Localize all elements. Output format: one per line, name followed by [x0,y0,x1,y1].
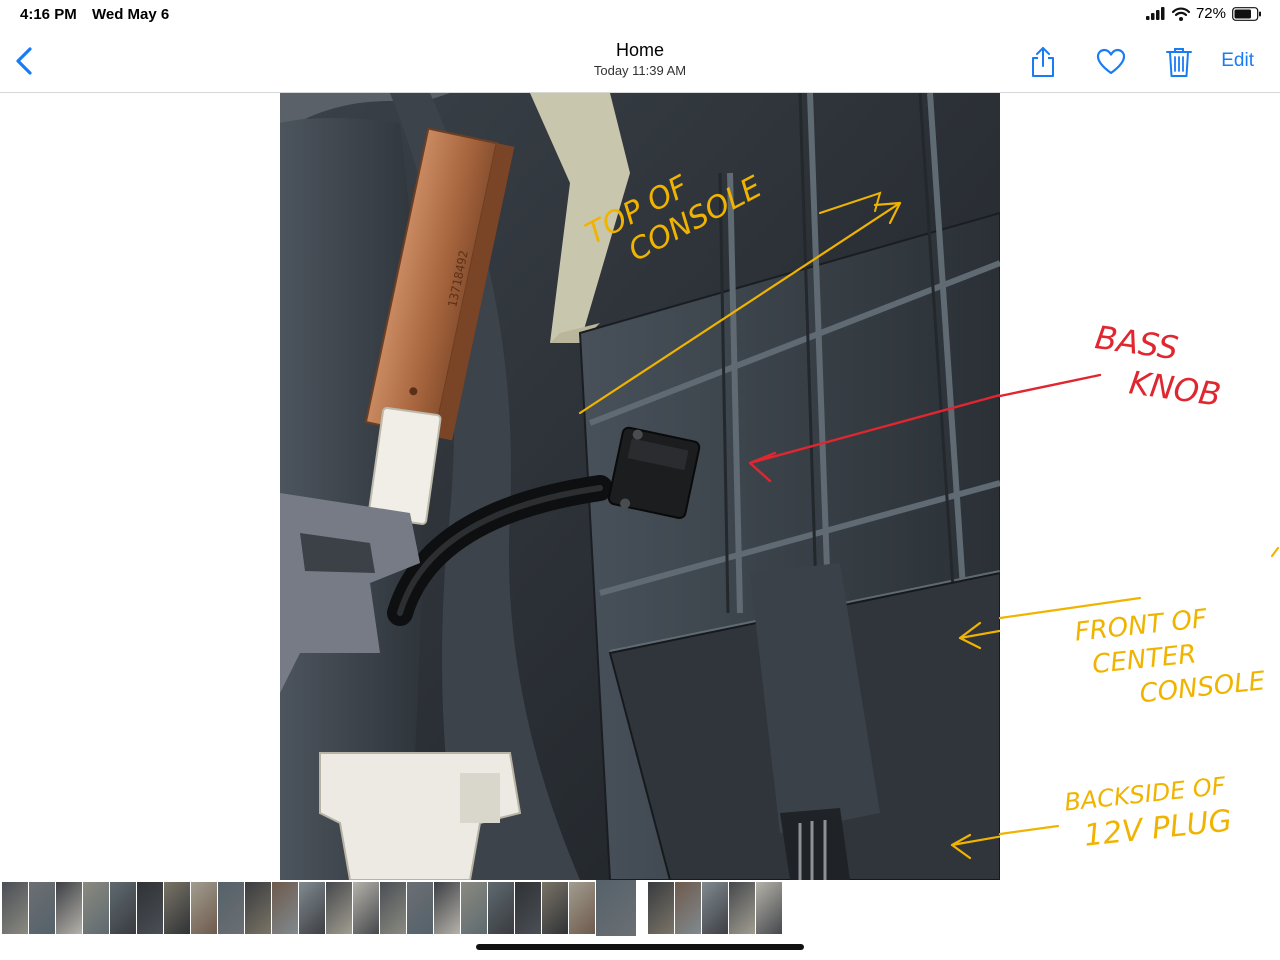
annotation-bass-knob: BASS KNOB [1087,317,1229,415]
annotation-front-of-center-console: FRONT OF CENTER CONSOLE [1073,597,1267,718]
thumbnail[interactable] [542,882,568,934]
thumbnail[interactable] [2,882,28,934]
title-wrap: Home Today 11:39 AM [440,40,840,78]
page-title: Home [615,40,664,60]
status-right: 72% [1145,5,1262,22]
thumbnail[interactable] [702,882,728,934]
thumbnail[interactable] [83,882,109,934]
page-subtitle: Today 11:39 AM [593,63,687,78]
thumbnail-strip[interactable] [0,880,1280,936]
wifi-icon [1171,7,1190,21]
thumbnail[interactable] [353,882,379,934]
thumbnail[interactable] [380,882,406,934]
back-button[interactable] [12,44,40,78]
battery-percent: 72% [1195,5,1226,22]
delete-button[interactable] [1162,45,1196,79]
thumbnail[interactable] [569,882,595,934]
thumbnail[interactable] [407,882,433,934]
thumbnail[interactable] [29,882,55,934]
edit-button[interactable]: Edit [1221,50,1254,72]
status-bar: 4:16 PM Wed May 6 72% [0,0,1280,32]
favorite-button[interactable] [1094,45,1128,79]
thumbnail[interactable] [675,882,701,934]
thumbnail[interactable] [110,882,136,934]
thumbnail[interactable] [434,882,460,934]
chevron-left-icon [16,47,32,75]
status-time: 4:16 PM [20,6,77,23]
thumbnail[interactable] [272,882,298,934]
thumbnail[interactable] [461,882,487,934]
thumbnail[interactable] [299,882,325,934]
thumbnail[interactable] [245,882,271,934]
thumbnail[interactable] [56,882,82,934]
battery-icon [1232,6,1261,21]
thumbnail[interactable] [137,882,163,934]
home-indicator[interactable] [476,944,804,950]
annotation-backside-12v-plug: BACKSIDE OF 12V PLUG [1063,768,1234,857]
photo-viewer[interactable]: 13718492 TOP OF CONSOLE [280,93,1000,880]
cellular-signal-icon [1145,7,1165,20]
trash-icon [1166,48,1192,77]
thumbnail-selected[interactable] [596,880,636,936]
thumbnail[interactable] [218,882,244,934]
thumbnail[interactable] [756,882,782,934]
status-date: Wed May 6 [92,6,170,23]
thumbnail[interactable] [164,882,190,934]
thumbnail[interactable] [729,882,755,934]
share-button[interactable] [1026,45,1060,79]
thumbnail[interactable] [191,882,217,934]
thumbnail[interactable] [648,882,674,934]
share-icon [1032,47,1054,77]
thumbnail[interactable] [515,882,541,934]
thumbnail[interactable] [326,882,352,934]
heart-icon [1096,48,1126,75]
thumbnail[interactable] [488,882,514,934]
nav-bar: Home Today 11:39 AM Edit [0,32,1280,93]
